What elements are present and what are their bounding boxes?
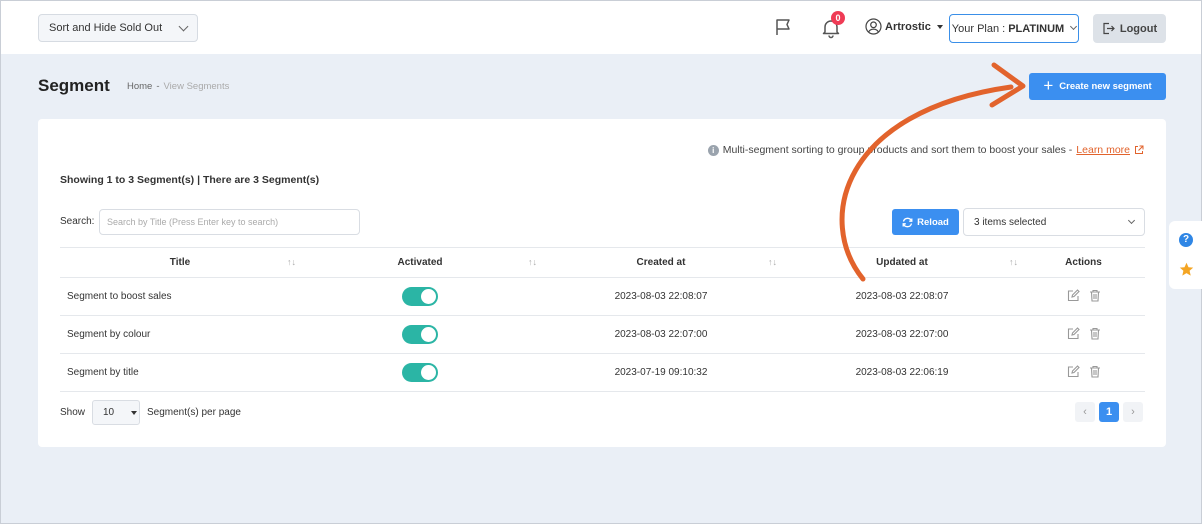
chevron-down-icon: [178, 21, 189, 31]
activated-toggle[interactable]: [402, 363, 438, 382]
created-at: 2023-08-03 22:08:07: [540, 277, 782, 316]
edit-icon[interactable]: [1067, 326, 1080, 340]
segment-title: Segment by title: [60, 353, 300, 392]
column-header-title[interactable]: Title ↑↓: [60, 247, 300, 278]
reload-label: Reload: [917, 216, 949, 228]
plan-value: PLATINUM: [1008, 22, 1065, 35]
user-menu[interactable]: Artrostic: [865, 18, 943, 35]
segments-card: i Multi-segment sorting to group product…: [38, 119, 1166, 447]
show-label: Show: [60, 407, 86, 418]
create-segment-button[interactable]: + Create new segment: [1029, 73, 1166, 100]
column-header-label: Actions: [1065, 257, 1102, 268]
trash-icon[interactable]: [1089, 327, 1101, 340]
top-bar: Sort and Hide Sold Out 0 Artrostic Your …: [1, 1, 1201, 54]
help-icon[interactable]: ?: [1179, 232, 1193, 247]
trash-icon[interactable]: [1089, 365, 1101, 378]
logout-label: Logout: [1119, 22, 1158, 35]
plus-icon: +: [1043, 76, 1054, 95]
user-avatar-icon: [865, 18, 882, 35]
info-line: i Multi-segment sorting to group product…: [707, 144, 1144, 156]
refresh-icon: [902, 217, 913, 227]
star-icon[interactable]: [1179, 262, 1194, 277]
table-header-row: Title ↑↓ Activated ↑↓ Created at ↑↓ Upda…: [60, 247, 1145, 278]
updated-at: 2023-08-03 22:06:19: [782, 353, 1022, 392]
sort-icon[interactable]: ↑↓: [768, 257, 777, 267]
edit-icon[interactable]: [1067, 364, 1080, 378]
column-header-actions: Actions: [1022, 247, 1145, 278]
side-widget: ?: [1169, 221, 1202, 289]
next-page-button[interactable]: ›: [1123, 402, 1143, 422]
updated-at: 2023-08-03 22:07:00: [782, 315, 1022, 354]
segment-title: Segment by colour: [60, 315, 300, 354]
breadcrumb-current: View Segments: [163, 81, 230, 92]
learn-more-link[interactable]: Learn more: [1076, 144, 1130, 156]
column-header-activated[interactable]: Activated ↑↓: [300, 247, 540, 278]
caret-down-icon: [936, 24, 943, 29]
edit-icon[interactable]: [1067, 288, 1080, 302]
columns-select-value: 3 items selected: [974, 216, 1047, 228]
activated-toggle[interactable]: [402, 287, 438, 306]
plan-select[interactable]: Your Plan : PLATINUM: [949, 14, 1079, 43]
app-select[interactable]: Sort and Hide Sold Out: [38, 14, 198, 42]
showing-summary: Showing 1 to 3 Segment(s) | There are 3 …: [60, 174, 320, 186]
created-at: 2023-07-19 09:10:32: [540, 353, 782, 392]
page-title: Segment: [38, 76, 110, 95]
search-label: Search:: [60, 216, 95, 227]
info-icon: i: [707, 144, 719, 156]
segments-table: Title ↑↓ Activated ↑↓ Created at ↑↓ Upda…: [60, 247, 1145, 392]
info-text: Multi-segment sorting to group products …: [722, 144, 1073, 156]
per-page-label: Segment(s) per page: [147, 407, 241, 418]
breadcrumb-home[interactable]: Home: [127, 81, 152, 92]
trash-icon[interactable]: [1089, 289, 1101, 302]
breadcrumb: Home - View Segments: [127, 81, 229, 92]
breadcrumb-separator: -: [156, 81, 160, 92]
column-header-label: Activated: [397, 257, 443, 268]
sort-icon[interactable]: ↑↓: [1009, 257, 1018, 267]
column-header-created[interactable]: Created at ↑↓: [540, 247, 782, 278]
caret-down-icon: [131, 410, 138, 415]
logout-icon: [1103, 22, 1115, 35]
activated-toggle[interactable]: [402, 325, 438, 344]
column-header-updated[interactable]: Updated at ↑↓: [782, 247, 1022, 278]
user-name: Artrostic: [885, 20, 931, 33]
per-page-select[interactable]: 10: [92, 400, 140, 425]
column-header-label: Title: [169, 257, 191, 268]
reload-button[interactable]: Reload: [892, 209, 959, 235]
external-link-icon[interactable]: [1134, 145, 1144, 155]
per-page-value: 10: [103, 407, 115, 418]
segment-title: Segment to boost sales: [60, 277, 300, 316]
plan-label: Your Plan :: [951, 22, 1006, 35]
table-row: Segment by colour 2023-08-03 22:07:00 20…: [60, 315, 1145, 354]
search-input[interactable]: [99, 209, 360, 235]
sort-icon[interactable]: ↑↓: [287, 257, 296, 267]
chevron-down-icon: [1127, 216, 1136, 224]
column-header-label: Updated at: [876, 257, 928, 268]
sort-icon[interactable]: ↑↓: [528, 257, 537, 267]
column-header-label: Created at: [636, 257, 686, 268]
table-row: Segment to boost sales 2023-08-03 22:08:…: [60, 277, 1145, 316]
notification-badge: 0: [831, 11, 845, 25]
columns-select[interactable]: 3 items selected: [963, 208, 1145, 236]
created-at: 2023-08-03 22:07:00: [540, 315, 782, 354]
page-button[interactable]: 1: [1099, 402, 1119, 422]
flag-icon[interactable]: [773, 17, 793, 37]
logout-button[interactable]: Logout: [1093, 14, 1166, 43]
updated-at: 2023-08-03 22:08:07: [782, 277, 1022, 316]
create-segment-label: Create new segment: [1059, 81, 1152, 92]
pagination: ‹ 1 ›: [1075, 402, 1143, 422]
app-select-label: Sort and Hide Sold Out: [49, 22, 163, 34]
prev-page-button[interactable]: ‹: [1075, 402, 1095, 422]
table-row: Segment by title 2023-07-19 09:10:32 202…: [60, 353, 1145, 392]
chevron-down-icon: [1070, 22, 1078, 31]
